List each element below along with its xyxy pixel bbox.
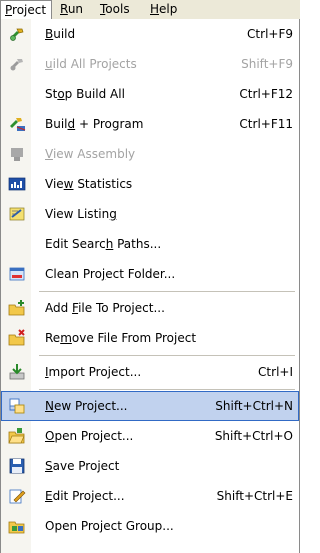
open-project-icon bbox=[8, 428, 25, 444]
shortcut-text: Shift+Ctrl+E bbox=[216, 489, 293, 503]
menu-help[interactable]: Help bbox=[146, 0, 181, 19]
build-all-icon bbox=[10, 59, 23, 71]
menu-item-import-project[interactable]: Import Project... Ctrl+I bbox=[1, 357, 299, 387]
listing-icon bbox=[9, 207, 25, 221]
menu-separator bbox=[39, 389, 295, 390]
add-file-icon bbox=[8, 300, 25, 316]
open-project-group-icon bbox=[8, 521, 25, 534]
shortcut-text: Ctrl+F12 bbox=[239, 87, 293, 101]
menu-label: Project bbox=[5, 3, 47, 17]
build-program-icon bbox=[10, 118, 26, 131]
import-project-icon bbox=[9, 364, 25, 380]
shortcut-text: Shift+Ctrl+N bbox=[215, 399, 293, 413]
menu-item-new-project[interactable]: New Project... Shift+Ctrl+N bbox=[1, 391, 299, 421]
menu-item-save-project[interactable]: Save Project bbox=[1, 451, 299, 481]
menu-item-view-assembly[interactable]: View Assembly bbox=[1, 139, 299, 169]
save-project-icon bbox=[9, 458, 25, 474]
menu-tools[interactable]: Tools bbox=[96, 0, 134, 19]
statistics-icon bbox=[8, 177, 26, 191]
menu-bar: Project Run Tools Help bbox=[0, 0, 300, 20]
build-icon bbox=[10, 28, 24, 41]
menu-item-stop-build-all[interactable]: Stop Build All Ctrl+F12 bbox=[1, 79, 299, 109]
menu-item-open-project[interactable]: Open Project... Shift+Ctrl+O bbox=[1, 421, 299, 451]
shortcut-text: Shift+F9 bbox=[241, 57, 293, 71]
shortcut-text: Shift+Ctrl+O bbox=[214, 429, 293, 443]
menu-item-remove-file-from-project[interactable]: Remove File From Project bbox=[1, 323, 299, 353]
view-assembly-icon bbox=[11, 148, 23, 161]
menu-item-view-statistics[interactable]: View Statistics bbox=[1, 169, 299, 199]
menu-item-view-listing[interactable]: View Listing bbox=[1, 199, 299, 229]
shortcut-text: Ctrl+F9 bbox=[247, 27, 293, 41]
remove-file-icon bbox=[8, 329, 25, 346]
project-dropdown-menu: Build Ctrl+F9 uild All Projects Shift+F9… bbox=[0, 19, 300, 553]
menu-item-add-file-to-project[interactable]: Add File To Project... bbox=[1, 293, 299, 323]
menu-project[interactable]: Project bbox=[0, 0, 52, 19]
new-project-icon bbox=[9, 398, 25, 414]
shortcut-text: Ctrl+F11 bbox=[239, 117, 293, 131]
menu-item-edit-search-paths[interactable]: Edit Search Paths... bbox=[1, 229, 299, 259]
menu-separator bbox=[39, 291, 295, 292]
menu-item-build[interactable]: Build Ctrl+F9 bbox=[1, 19, 299, 49]
menu-run[interactable]: Run bbox=[56, 0, 87, 19]
shortcut-text: Ctrl+I bbox=[258, 365, 293, 379]
menu-item-build-all-projects[interactable]: uild All Projects Shift+F9 bbox=[1, 49, 299, 79]
edit-project-icon bbox=[9, 489, 26, 504]
menu-item-open-project-group[interactable]: Open Project Group... bbox=[1, 511, 299, 541]
menu-separator bbox=[39, 355, 295, 356]
menu-item-build-program[interactable]: Build + Program Ctrl+F11 bbox=[1, 109, 299, 139]
menu-item-clean-project-folder[interactable]: Clean Project Folder... bbox=[1, 259, 299, 289]
menu-item-edit-project[interactable]: Edit Project... Shift+Ctrl+E bbox=[1, 481, 299, 511]
clean-folder-icon bbox=[9, 267, 25, 281]
